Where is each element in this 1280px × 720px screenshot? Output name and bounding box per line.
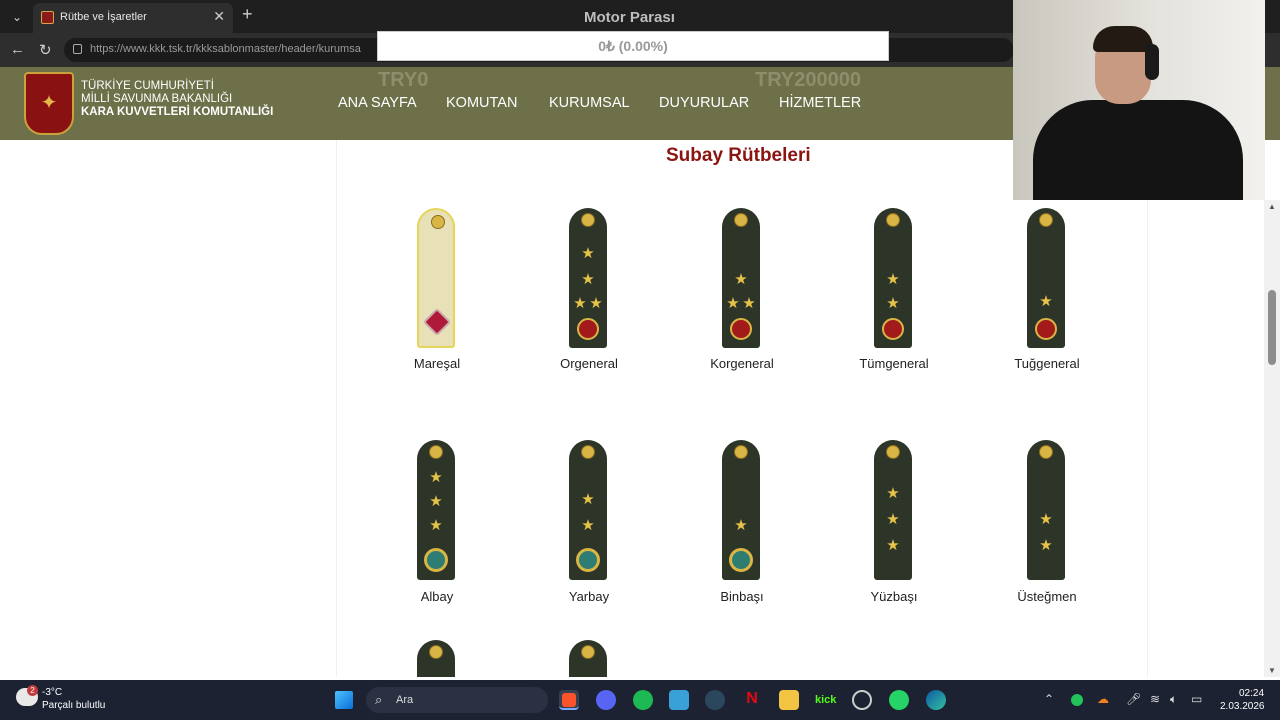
yarbay-shoulder-board-icon: ★ ★ (569, 440, 607, 580)
scroll-down-arrow-icon[interactable]: ▼ (1268, 666, 1276, 675)
army-emblem-logo[interactable]: ✦ (24, 72, 74, 135)
nav-duyurular[interactable]: DUYURULAR (659, 95, 749, 111)
maresal-shoulder-board-icon (417, 208, 455, 348)
rank-korgeneral: ★ ★ ★ Korgeneral (677, 206, 807, 381)
obs-icon[interactable] (852, 690, 872, 710)
rank-name: Yarbay (568, 589, 610, 604)
kick-icon[interactable]: kick (815, 690, 836, 710)
file-explorer-icon[interactable] (779, 690, 799, 710)
org-line-2: MİLLİ SAVUNMA BAKANLIĞI (81, 93, 233, 105)
url-host: https://www.kkk.tsk.tr (90, 43, 193, 55)
rank-albay: ★ ★ ★ Albay (372, 440, 502, 615)
rank-binbasi: ★ Binbaşı (677, 440, 807, 615)
steam-icon[interactable] (705, 690, 725, 710)
wifi-icon[interactable]: ≋ (1150, 692, 1160, 706)
rank-yarbay: ★ ★ Yarbay (524, 440, 654, 615)
search-icon: ⌕ (375, 692, 383, 707)
overlay-max-label: TRY200000 (755, 69, 861, 91)
spotify-icon[interactable] (633, 690, 653, 710)
rank-name: Binbaşı (720, 589, 764, 604)
rank-maresal: Mareşal (372, 206, 502, 381)
rank-name: Üsteğmen (1017, 589, 1077, 604)
albay-shoulder-board-icon: ★ ★ ★ (417, 440, 455, 580)
emblem-crest-icon: ✦ (40, 92, 58, 114)
reload-icon[interactable]: ↻ (39, 41, 52, 59)
rank-tuggeneral: ★ Tuğgeneral (982, 206, 1112, 381)
weather-condition[interactable]: Parçalı bulutlu (42, 700, 105, 711)
cloud-tray-icon[interactable]: ☁ (1097, 692, 1109, 706)
rank-name: Yüzbaşı (870, 589, 918, 604)
netflix-icon[interactable]: N (742, 690, 762, 710)
clock-time[interactable]: 02:24 (1239, 688, 1264, 699)
rank-orgeneral: ★ ★ ★ ★ Orgeneral (524, 206, 654, 381)
back-arrow-icon[interactable]: ← (10, 41, 25, 58)
brave-browser-icon[interactable] (559, 690, 579, 710)
url-path: /kkksablonmaster/header/kurumsa (192, 43, 361, 55)
webcam-person-body (1033, 100, 1243, 200)
url-text[interactable]: https://www.kkk.tsk.tr/kkksablonmaster/h… (90, 43, 361, 55)
windows-start-icon[interactable] (335, 691, 353, 709)
screen: { "browser": { "tab_title": "Rütbe ve İş… (0, 0, 1280, 720)
binbasi-shoulder-board-icon: ★ (722, 440, 760, 580)
rank-ustegmen: ★ ★ Üsteğmen (982, 440, 1112, 615)
whatsapp-icon[interactable] (889, 690, 909, 710)
nav-komutan[interactable]: KOMUTAN (446, 95, 517, 111)
left-panel (4, 140, 336, 677)
nav-kurumsal[interactable]: KURUMSAL (549, 95, 630, 111)
temperature[interactable]: -3°C (42, 687, 62, 698)
overlay-progress-bar: 0₺ (0.00%) (377, 31, 889, 61)
orgeneral-shoulder-board-icon: ★ ★ ★ ★ (569, 208, 607, 348)
page-scrollbar[interactable]: ▲ ▼ (1264, 200, 1280, 677)
overlay-title: Motor Parası (584, 9, 675, 26)
rank-name: Korgeneral (710, 356, 774, 371)
section-title: Subay Rütbeleri (666, 145, 811, 166)
tab-search-chevron-icon[interactable]: ⌄ (6, 6, 28, 28)
org-line-3: KARA KUVVETLERİ KOMUTANLIĞI (81, 106, 274, 118)
overlay-value: 0₺ (0.00%) (598, 38, 668, 54)
korgeneral-shoulder-board-icon: ★ ★ ★ (722, 208, 760, 348)
tab-close-icon[interactable]: ✕ (213, 8, 225, 25)
asteğmen-shoulder-board-icon (569, 640, 607, 677)
rank-name: Tuğgeneral (1014, 356, 1080, 371)
weather-badge: 2 (27, 685, 38, 696)
battery-icon[interactable]: ▭ (1191, 692, 1202, 706)
webcam-feed (1013, 0, 1265, 200)
teğmen-shoulder-board-icon (417, 640, 455, 677)
edge-icon[interactable] (926, 690, 946, 710)
tumgeneral-shoulder-board-icon: ★ ★ (874, 208, 912, 348)
tray-overflow-chevron-icon[interactable]: ⌃ (1044, 692, 1054, 706)
rank-name: Albay (420, 589, 454, 604)
rank-name: Tümgeneral (859, 356, 929, 371)
scroll-thumb[interactable] (1268, 290, 1276, 365)
rank-yuzbasi: ★ ★ ★ Yüzbaşı (829, 440, 959, 615)
ustegmen-shoulder-board-icon: ★ ★ (1027, 440, 1065, 580)
scroll-up-arrow-icon[interactable]: ▲ (1268, 202, 1276, 211)
active-tab[interactable]: Rütbe ve İşaretler ✕ (33, 3, 233, 33)
yuzbasi-shoulder-board-icon: ★ ★ ★ (874, 440, 912, 580)
tab-title: Rütbe ve İşaretler (60, 11, 147, 23)
tuggeneral-shoulder-board-icon: ★ (1027, 208, 1065, 348)
site-favicon-icon (41, 11, 54, 24)
taskbar-search[interactable]: ⌕ Ara (366, 687, 548, 713)
headset-icon (1145, 44, 1159, 80)
rank-name: Mareşal (413, 356, 461, 371)
rank-tumgeneral: ★ ★ Tümgeneral (829, 206, 959, 381)
org-line-1: TÜRKİYE CUMHURİYETİ (81, 80, 214, 92)
site-info-icon[interactable] (73, 44, 82, 54)
speaker-icon[interactable]: 🔈︎ (1170, 692, 1177, 707)
capture-app-icon[interactable] (669, 690, 689, 710)
overlay-min-label: TRY0 (378, 69, 429, 91)
nav-hizmetler[interactable]: HİZMETLER (779, 95, 861, 111)
microphone-icon[interactable]: 🎤︎ (1126, 692, 1141, 706)
nav-ana-sayfa[interactable]: ANA SAYFA (338, 95, 417, 111)
tray-status-icon[interactable] (1071, 694, 1083, 706)
search-placeholder: Ara (396, 694, 414, 706)
discord-icon[interactable] (596, 690, 616, 710)
new-tab-plus-icon[interactable]: + (242, 4, 253, 25)
rank-name: Orgeneral (560, 356, 618, 371)
clock-date[interactable]: 2.03.2026 (1220, 701, 1265, 712)
windows-taskbar: 2 -3°C Parçalı bulutlu ⌕ Ara N kick ⌃ ☁ … (0, 680, 1280, 720)
